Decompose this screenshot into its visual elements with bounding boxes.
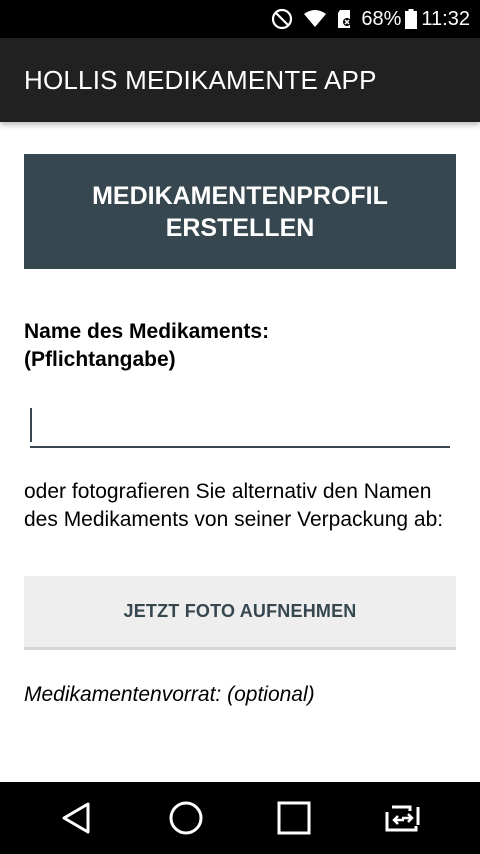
- profile-header: MEDIKAMENTENPROFIL ERSTELLEN: [24, 154, 456, 269]
- take-photo-button-label: JETZT FOTO AUFNEHMEN: [123, 601, 357, 621]
- wifi-icon: [303, 9, 327, 29]
- photo-helper-text: oder fotografieren Sie alternativ den Na…: [24, 480, 444, 531]
- status-bar: 68% 11:32: [0, 0, 480, 38]
- home-icon[interactable]: [164, 796, 208, 840]
- do-not-disturb-icon: [271, 8, 293, 30]
- form-content: MEDIKAMENTENPROFIL ERSTELLEN Name des Me…: [0, 122, 480, 782]
- medication-name-input[interactable]: [30, 402, 450, 444]
- battery-percent: 68%: [361, 7, 402, 30]
- medication-name-field-wrapper: [30, 402, 450, 448]
- screen-rotate-icon[interactable]: [382, 796, 426, 840]
- medication-name-label: Name des Medikaments: (Pflichtangabe): [24, 318, 444, 374]
- clock: 11:32: [421, 7, 470, 30]
- back-icon[interactable]: [54, 796, 98, 840]
- medication-name-label-line2: (Pflichtangabe): [24, 348, 176, 371]
- recents-icon[interactable]: [272, 796, 316, 840]
- app-title: HOLLIS MEDIKAMENTE APP: [24, 64, 377, 95]
- text-cursor: [30, 408, 32, 442]
- take-photo-button[interactable]: JETZT FOTO AUFNEHMEN: [24, 576, 456, 650]
- profile-header-text: MEDIKAMENTENPROFIL ERSTELLEN: [92, 181, 388, 242]
- sd-card-icon: [337, 9, 353, 29]
- battery-icon: [405, 9, 418, 29]
- app-bar: HOLLIS MEDIKAMENTE APP: [0, 38, 480, 122]
- medication-name-label-line1: Name des Medikaments:: [24, 320, 270, 343]
- navigation-bar: [0, 782, 480, 854]
- medication-stock-label: Medikamentenvorrat: (optional): [24, 683, 315, 706]
